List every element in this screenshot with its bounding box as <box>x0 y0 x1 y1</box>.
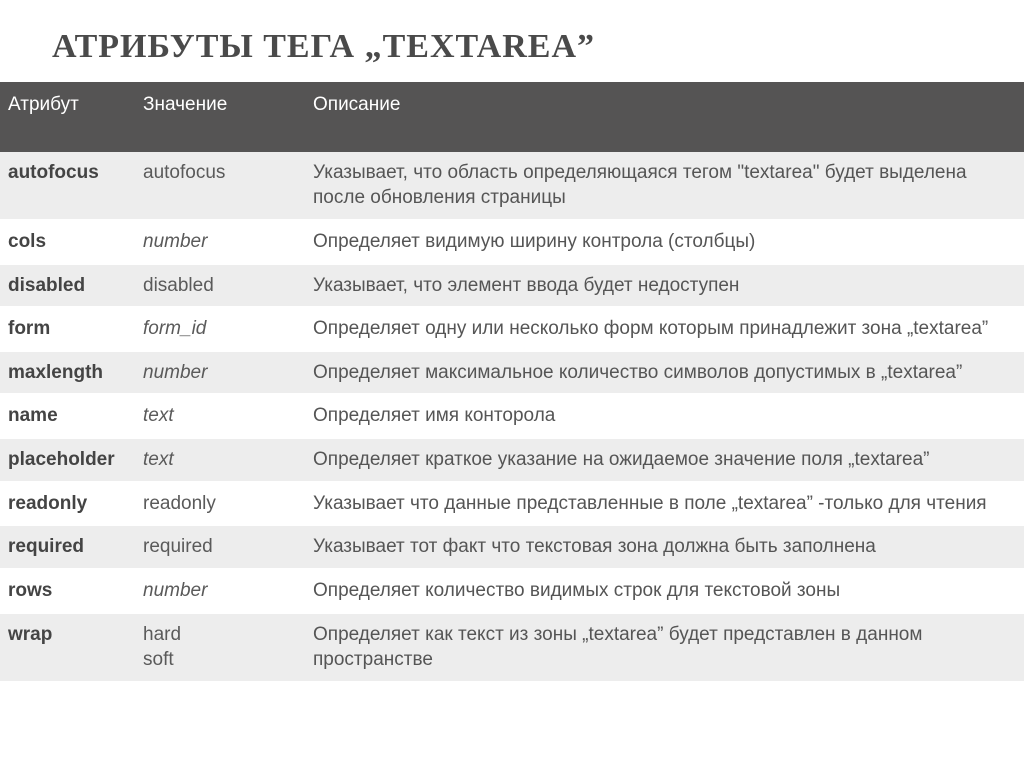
cell-val: hardsoft <box>135 613 305 682</box>
cell-desc: Определяет имя конторола <box>305 394 1024 438</box>
cell-val: autofocus <box>135 152 305 220</box>
cell-desc: Определяет видимую ширину контрола (стол… <box>305 220 1024 264</box>
cell-attr: wrap <box>0 613 135 682</box>
cell-val: text <box>135 394 305 438</box>
cell-desc: Определяет краткое указание на ожидаемое… <box>305 438 1024 482</box>
cell-attr: disabled <box>0 264 135 308</box>
cell-val: required <box>135 525 305 569</box>
cell-attr: rows <box>0 569 135 613</box>
cell-attr: maxlength <box>0 351 135 395</box>
cell-val: form_id <box>135 307 305 351</box>
attributes-table: Атрибут Значение Описание autofocusautof… <box>0 82 1024 683</box>
cell-val: number <box>135 351 305 395</box>
table-row: colsnumberОпределяет видимую ширину конт… <box>0 220 1024 264</box>
cell-attr: placeholder <box>0 438 135 482</box>
table-row: nametextОпределяет имя конторола <box>0 394 1024 438</box>
cell-desc: Указывает, что элемент ввода будет недос… <box>305 264 1024 308</box>
table-row: wraphardsoftОпределяет как текст из зоны… <box>0 613 1024 682</box>
table-row: requiredrequiredУказывает тот факт что т… <box>0 525 1024 569</box>
table-row: placeholdertextОпределяет краткое указан… <box>0 438 1024 482</box>
cell-desc: Указывает, что область определяющаяся те… <box>305 152 1024 220</box>
cell-val: readonly <box>135 482 305 526</box>
table-row: rowsnumberОпределяет количество видимых … <box>0 569 1024 613</box>
table-row: formform_idОпределяет одну или несколько… <box>0 307 1024 351</box>
cell-val: text <box>135 438 305 482</box>
cell-val: number <box>135 220 305 264</box>
cell-desc: Определяет максимальное количество симво… <box>305 351 1024 395</box>
cell-val: number <box>135 569 305 613</box>
cell-attr: form <box>0 307 135 351</box>
cell-desc: Указывает тот факт что текстовая зона до… <box>305 525 1024 569</box>
cell-desc: Указывает что данные представленные в по… <box>305 482 1024 526</box>
cell-attr: cols <box>0 220 135 264</box>
table-row: autofocusautofocusУказывает, что область… <box>0 152 1024 220</box>
cell-desc: Определяет как текст из зоны „textarea” … <box>305 613 1024 682</box>
header-attr: Атрибут <box>0 82 135 152</box>
cell-desc: Определяет одну или несколько форм котор… <box>305 307 1024 351</box>
table-row: readonlyreadonlyУказывает что данные пре… <box>0 482 1024 526</box>
cell-val: disabled <box>135 264 305 308</box>
table-row: maxlengthnumberОпределяет максимальное к… <box>0 351 1024 395</box>
cell-attr: readonly <box>0 482 135 526</box>
cell-attr: name <box>0 394 135 438</box>
cell-attr: required <box>0 525 135 569</box>
table-header-row: Атрибут Значение Описание <box>0 82 1024 152</box>
cell-desc: Определяет количество видимых строк для … <box>305 569 1024 613</box>
header-desc: Описание <box>305 82 1024 152</box>
table-row: disableddisabledУказывает, что элемент в… <box>0 264 1024 308</box>
page-title: АТРИБУТЫ ТЕГА „TEXTAREA” <box>0 0 1024 82</box>
header-val: Значение <box>135 82 305 152</box>
cell-attr: autofocus <box>0 152 135 220</box>
